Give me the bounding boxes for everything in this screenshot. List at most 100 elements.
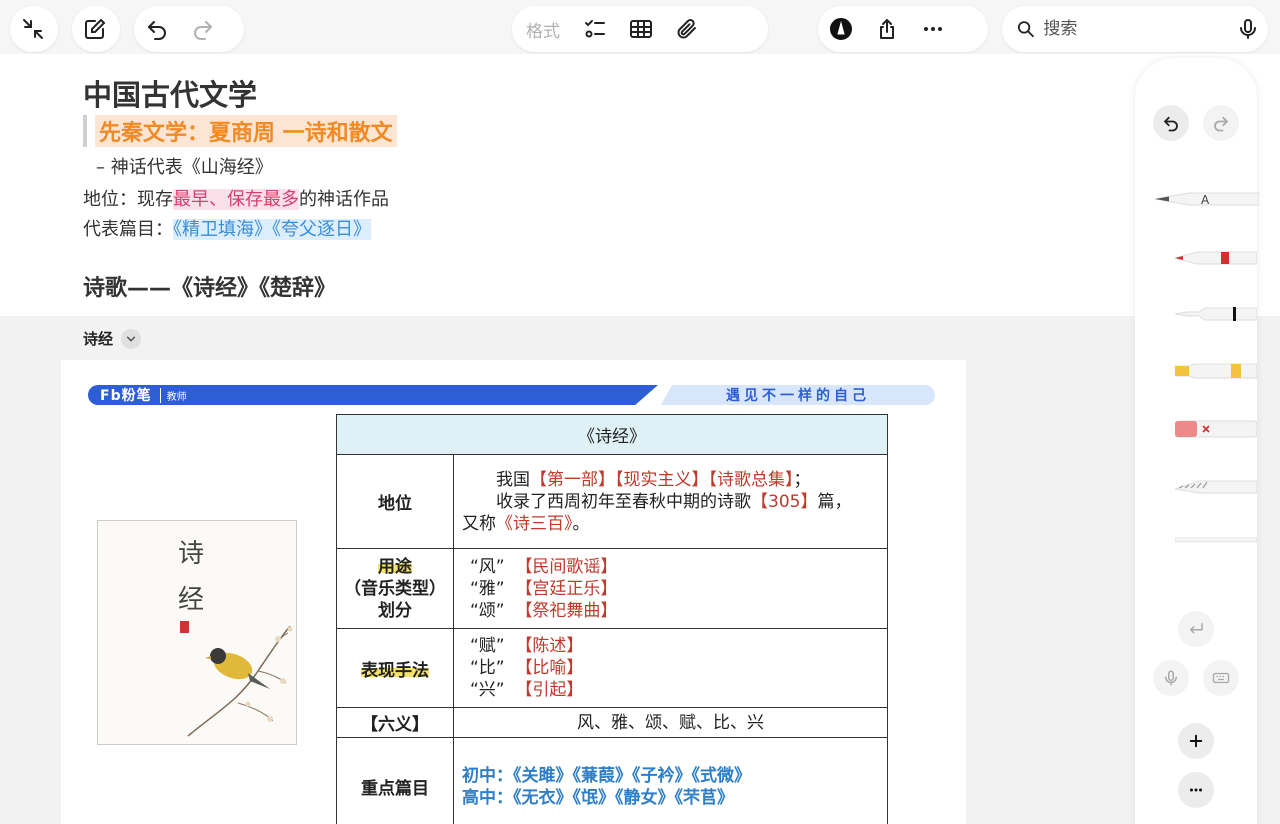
markup-pill	[818, 6, 988, 52]
fu-term: “赋”	[470, 636, 505, 656]
palette-more-button[interactable]	[1178, 772, 1214, 808]
markup-button[interactable]	[818, 6, 864, 52]
attached-image[interactable]: Fb粉笔 教师 遇见不一样的自己 诗经 《诗经》 地位 我国【第一部】【现实主义…	[61, 360, 966, 824]
black-pen-tool[interactable]	[1174, 303, 1258, 325]
redo-icon	[1214, 116, 1228, 132]
ruler-icon	[1174, 536, 1258, 543]
ya-term: “雅”	[470, 578, 505, 599]
table-title: 《诗经》	[336, 414, 888, 455]
paperclip-icon	[677, 19, 696, 39]
table-row: 用途 （音乐类型） 划分 “风” 【民间歌谣】 “雅” 【宫廷正乐】 “颂” 【…	[336, 548, 888, 629]
status-l3-b: 《诗三百》	[496, 513, 573, 534]
use-label-1: 用途	[378, 556, 412, 577]
section-heading[interactable]: 先秦文学：夏商周 一诗和散文	[83, 115, 397, 147]
plus-icon	[1189, 734, 1203, 748]
chevron-down-icon[interactable]	[121, 328, 142, 349]
shijing-table: 《诗经》 地位 我国【第一部】【现实主义】【诗歌总集】； 收录了西周初年至春秋中…	[336, 414, 888, 824]
share-icon	[880, 19, 894, 39]
status-cell: 我国【第一部】【现实主义】【诗歌总集】； 收录了西周初年至春秋中期的诗歌【305…	[453, 454, 888, 549]
table-button[interactable]	[618, 6, 664, 52]
poetry-heading[interactable]: 诗歌——《诗经》《楚辞》	[83, 270, 336, 302]
note-title[interactable]: 中国古代文学	[83, 72, 257, 114]
pen-a-icon: A	[1154, 192, 1260, 207]
key-senior: 高中：《无衣》《氓》《静女》《芣苢》	[462, 787, 734, 808]
works-line[interactable]: 代表篇目：《精卫填海》《夸父逐日》	[83, 215, 371, 241]
xing-term: “兴”	[470, 680, 505, 700]
undo-redo-pill	[134, 6, 244, 52]
bi-value: 【比喻】	[515, 658, 584, 678]
microphone-icon	[1239, 19, 1256, 39]
cover-title: 诗经	[178, 539, 205, 615]
ruler-tool[interactable]	[1174, 528, 1258, 543]
collapse-button[interactable]	[10, 6, 56, 52]
attach-button[interactable]	[664, 6, 710, 52]
checklist-button[interactable]	[572, 6, 618, 52]
feng-value: 【民间歌谣】	[515, 556, 618, 577]
status-l1-c: 【现实主义】	[615, 469, 709, 490]
use-label: 用途 （音乐类型） 划分	[336, 548, 454, 629]
collapse-pill	[10, 6, 58, 52]
palette-undo-button[interactable]	[1153, 105, 1189, 141]
myth-bullet[interactable]: – 神话代表《山海经》	[96, 153, 273, 179]
block-quote-bar	[83, 115, 87, 147]
checklist-icon	[585, 20, 605, 38]
feng-term: “风”	[470, 556, 505, 577]
eraser-icon	[1174, 420, 1258, 438]
share-button[interactable]	[864, 6, 910, 52]
attachment-header[interactable]: 诗经	[83, 328, 142, 349]
highlighter-icon	[1174, 363, 1258, 379]
attachment-title: 诗经	[83, 330, 114, 348]
more-button[interactable]	[910, 6, 956, 52]
collapse-arrows-icon	[23, 19, 43, 39]
text-pen-tool[interactable]: A	[1154, 188, 1260, 210]
technique-label-text: 表现手法	[361, 660, 429, 681]
search-icon	[1017, 21, 1034, 38]
key-junior: 初中：《关雎》《蒹葭》《子衿》《式微》	[462, 765, 751, 786]
undo-button[interactable]	[134, 6, 180, 52]
table-icon	[630, 20, 652, 38]
bi-term: “比”	[470, 658, 505, 678]
ya-value: 【宫廷正乐】	[515, 578, 618, 599]
highlighter-tool[interactable]	[1174, 360, 1258, 382]
add-tool-button[interactable]	[1178, 723, 1214, 759]
slogan-banner: 遇见不一样的自己	[661, 385, 935, 405]
section-heading-text: 先秦文学：夏商周 一诗和散文	[95, 115, 397, 147]
table-row: 表现手法 “赋” 【陈述】 “比” 【比喻】 “兴” 【引起】	[336, 628, 888, 708]
black-pen-icon	[1174, 307, 1258, 321]
works-highlight: 《精卫填海》《夸父逐日》	[173, 219, 371, 240]
works-prefix: 代表篇目：	[83, 219, 173, 240]
red-pen-tool[interactable]	[1173, 247, 1258, 269]
bird-branch-illustration	[187, 625, 293, 737]
position-prefix: 地位：现存	[83, 189, 173, 210]
status-l1-a: 我国	[496, 469, 530, 490]
return-button[interactable]	[1178, 611, 1214, 647]
search-input[interactable]	[1043, 19, 1224, 39]
palette-dictation-button[interactable]	[1153, 660, 1189, 696]
status-l1-b: 【第一部】	[530, 469, 615, 490]
use-label-3: 划分	[378, 600, 412, 621]
status-l2-a: 收录了西周初年至春秋中期的诗歌	[496, 491, 751, 512]
table-row: 重点篇目 初中：《关雎》《蒹葭》《子衿》《式微》 高中：《无衣》《氓》《静女》《…	[336, 737, 888, 824]
dictation-button[interactable]	[1227, 6, 1268, 52]
use-cell: “风” 【民间歌谣】 “雅” 【宫廷正乐】 “颂” 【祭祀舞曲】	[453, 548, 888, 629]
book-cover: 诗经	[97, 520, 297, 745]
svg-text:A: A	[1201, 193, 1210, 207]
keyboard-button[interactable]	[1203, 660, 1239, 696]
undo-icon	[148, 21, 166, 40]
key-label: 重点篇目	[336, 737, 454, 824]
position-suffix: 的神话作品	[299, 189, 389, 210]
key-cell: 初中：《关雎》《蒹葭》《子衿》《式微》 高中：《无衣》《氓》《静女》《芣苢》	[453, 737, 888, 824]
palette-redo-button[interactable]	[1203, 105, 1239, 141]
redo-button[interactable]	[180, 6, 226, 52]
format-button[interactable]: 格式	[512, 17, 572, 42]
table-row: 【六义】 风、雅、颂、赋、比、兴	[336, 707, 888, 738]
fu-value: 【陈述】	[515, 636, 584, 656]
eraser-tool[interactable]	[1174, 418, 1258, 440]
lasso-icon	[1174, 480, 1258, 494]
markup-pen-icon	[830, 18, 852, 40]
lasso-tool[interactable]	[1174, 476, 1258, 498]
return-icon	[1190, 623, 1203, 634]
new-note-button[interactable]	[72, 6, 118, 52]
position-line[interactable]: 地位：现存最早、保存最多的神话作品	[83, 185, 389, 211]
status-l2-c: 篇，	[817, 491, 852, 512]
